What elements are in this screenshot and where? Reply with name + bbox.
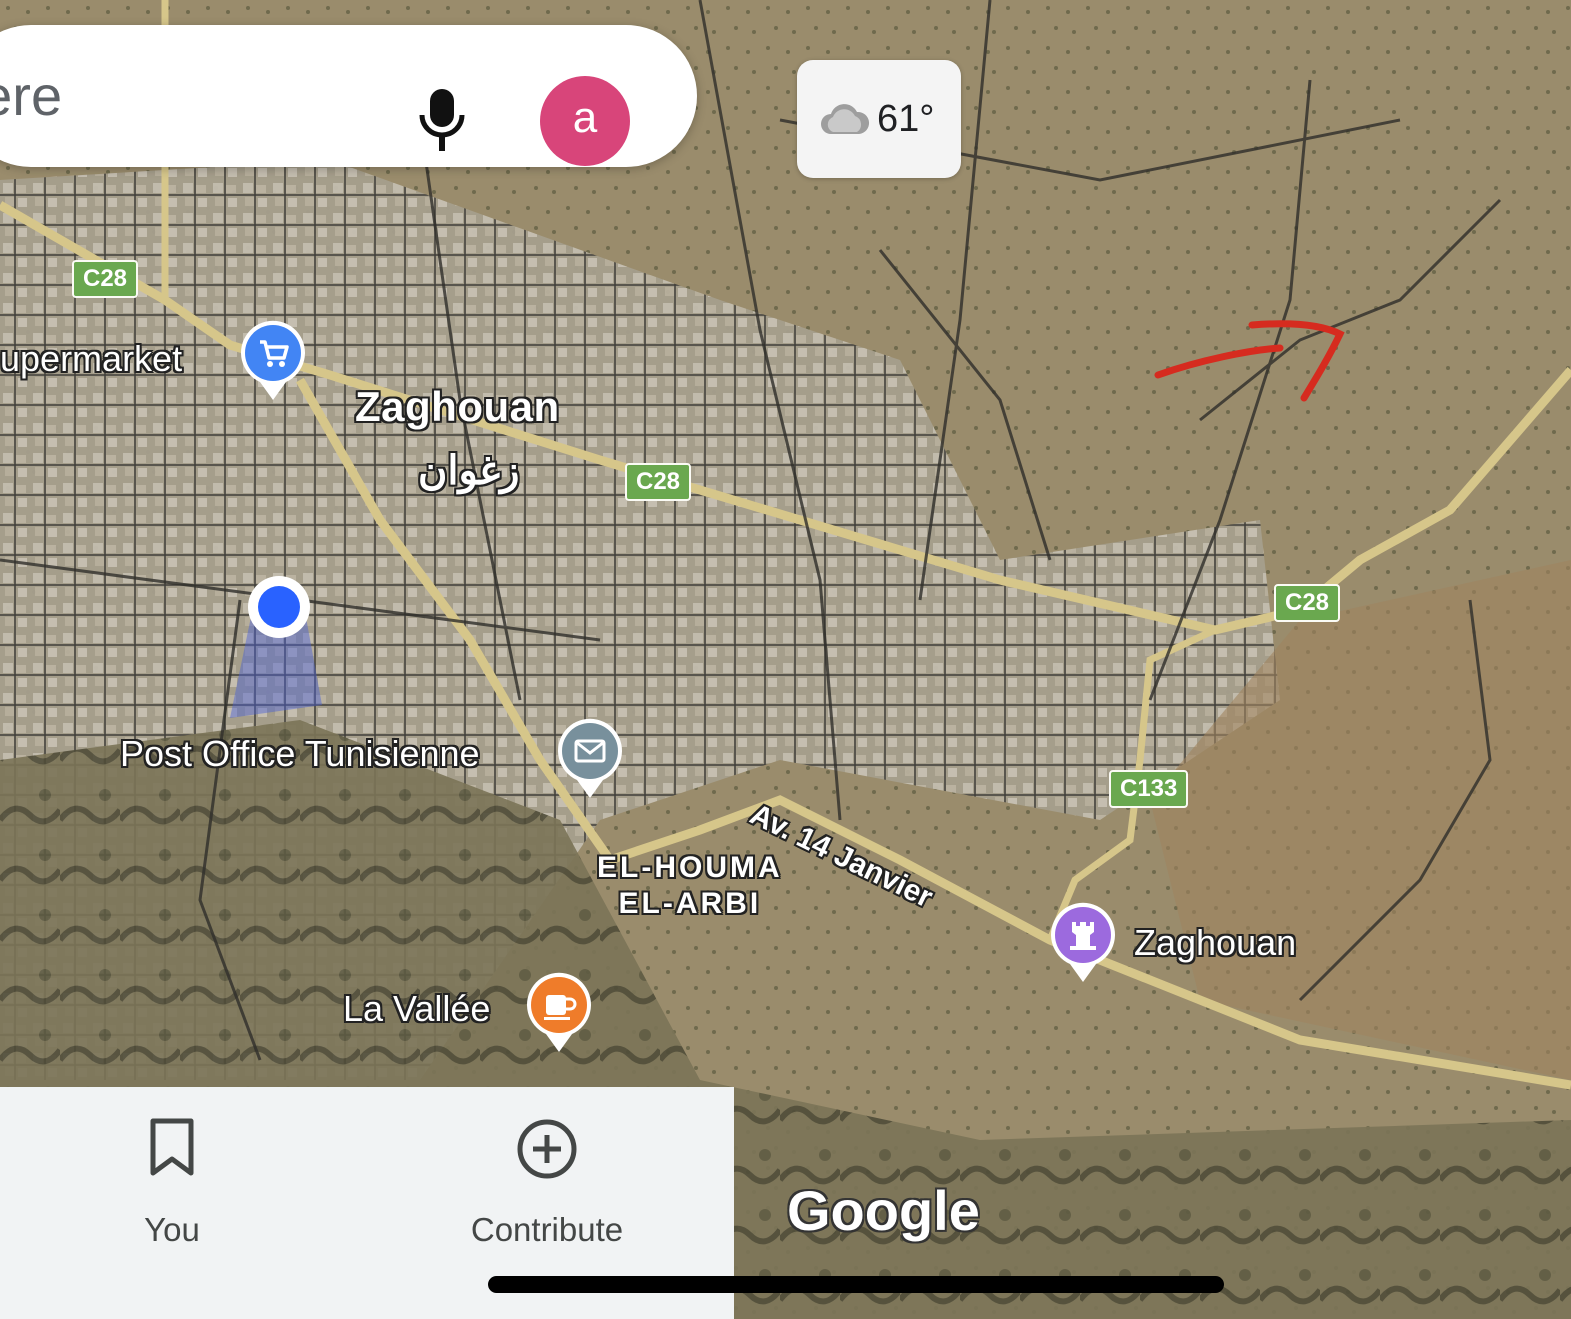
tab-you[interactable]: You bbox=[52, 1087, 292, 1319]
castle-icon[interactable] bbox=[1048, 900, 1118, 984]
city-label-arabic: زغوان bbox=[418, 449, 520, 493]
tab-you-label: You bbox=[144, 1211, 200, 1248]
my-location-dot[interactable] bbox=[258, 586, 300, 628]
mail-icon[interactable] bbox=[555, 716, 625, 800]
route-shield-c28: C28 bbox=[72, 260, 139, 298]
route-shield-c133: C133 bbox=[1109, 770, 1189, 808]
bookmark-icon bbox=[150, 1118, 194, 1176]
account-avatar[interactable]: a bbox=[540, 76, 630, 166]
district-label-line1: EL-HOUMA bbox=[597, 851, 783, 884]
search-bar[interactable]: here a bbox=[0, 25, 697, 167]
supermarket-label[interactable]: upermarket bbox=[0, 338, 182, 380]
microphone-icon[interactable] bbox=[416, 87, 468, 153]
shopping-cart-icon[interactable] bbox=[238, 318, 308, 402]
cafe-label[interactable]: La Vallée bbox=[343, 988, 490, 1030]
route-shield-c28: C28 bbox=[625, 463, 692, 501]
cloud-icon bbox=[821, 104, 870, 134]
tab-contribute-label: Contribute bbox=[470, 1211, 624, 1248]
coffee-cup-icon[interactable] bbox=[524, 970, 594, 1054]
home-indicator[interactable] bbox=[488, 1276, 1224, 1293]
weather-chip[interactable]: 61° bbox=[797, 60, 961, 178]
search-input[interactable]: here bbox=[0, 51, 62, 141]
route-shield-c28: C28 bbox=[1274, 584, 1341, 622]
add-circle-icon bbox=[517, 1119, 577, 1179]
weather-temperature: 61° bbox=[877, 98, 935, 140]
district-label-line2: EL-ARBI bbox=[618, 887, 762, 920]
post-office-label[interactable]: Post Office Tunisienne bbox=[120, 733, 480, 775]
landmark-label[interactable]: Zaghouan bbox=[1134, 922, 1296, 964]
city-label: Zaghouan bbox=[355, 383, 560, 430]
google-attribution: Google bbox=[787, 1179, 980, 1242]
district-label: EL-HOUMA EL-ARBI bbox=[597, 850, 783, 922]
